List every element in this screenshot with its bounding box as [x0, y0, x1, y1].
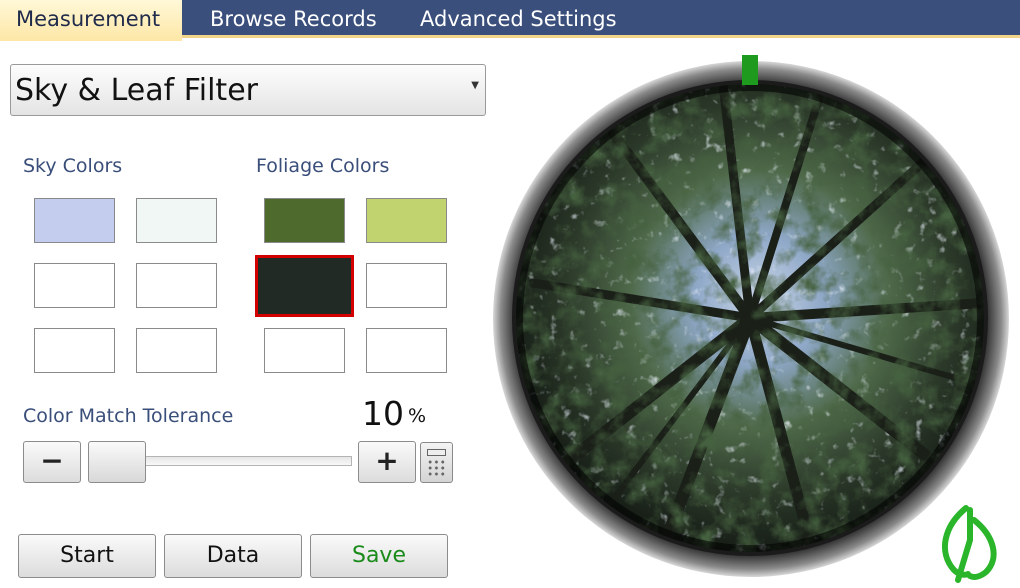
sky-color-swatch-5[interactable] — [34, 328, 115, 373]
tolerance-unit: % — [408, 405, 427, 427]
tab-bar: Measurement Browse Records Advanced Sett… — [0, 0, 1020, 41]
filter-dropdown-value: Sky & Leaf Filter — [15, 73, 258, 108]
sky-colors-label: Sky Colors — [23, 155, 123, 177]
data-button[interactable]: Data — [164, 534, 302, 578]
tolerance-value: 10 — [362, 394, 404, 433]
north-marker — [742, 55, 758, 85]
filter-dropdown[interactable]: Sky & Leaf Filter ▼ — [10, 64, 486, 116]
tab-measurement[interactable]: Measurement — [0, 0, 182, 41]
chevron-down-icon: ▼ — [471, 80, 479, 91]
calculator-icon — [427, 449, 446, 456]
calculator-button[interactable] — [420, 442, 453, 483]
start-button[interactable]: Start — [18, 534, 156, 578]
tolerance-label: Color Match Tolerance — [23, 405, 234, 427]
tolerance-decrease-button[interactable]: − — [23, 441, 81, 483]
foliage-color-swatch-5[interactable] — [264, 328, 345, 373]
tolerance-slider-thumb[interactable] — [88, 441, 146, 483]
sky-color-swatch-6[interactable] — [136, 328, 217, 373]
calculator-keys-icon — [427, 459, 446, 477]
foliage-color-swatch-2[interactable] — [366, 198, 447, 243]
sky-color-swatch-2[interactable] — [136, 198, 217, 243]
tab-browse-records[interactable]: Browse Records — [194, 0, 393, 38]
tab-advanced-settings[interactable]: Advanced Settings — [404, 0, 633, 38]
foliage-color-swatch-1[interactable] — [264, 198, 345, 243]
foliage-color-swatch-4[interactable] — [366, 263, 447, 308]
sky-color-swatch-1[interactable] — [34, 198, 115, 243]
leaf-logo — [942, 505, 997, 583]
save-button[interactable]: Save — [310, 534, 448, 578]
tolerance-increase-button[interactable]: + — [358, 441, 416, 483]
sky-color-swatch-4[interactable] — [136, 263, 217, 308]
sky-color-swatch-3[interactable] — [34, 263, 115, 308]
foliage-color-swatch-3[interactable] — [255, 255, 354, 317]
foliage-color-swatch-6[interactable] — [366, 328, 447, 373]
foliage-colors-label: Foliage Colors — [256, 155, 390, 177]
